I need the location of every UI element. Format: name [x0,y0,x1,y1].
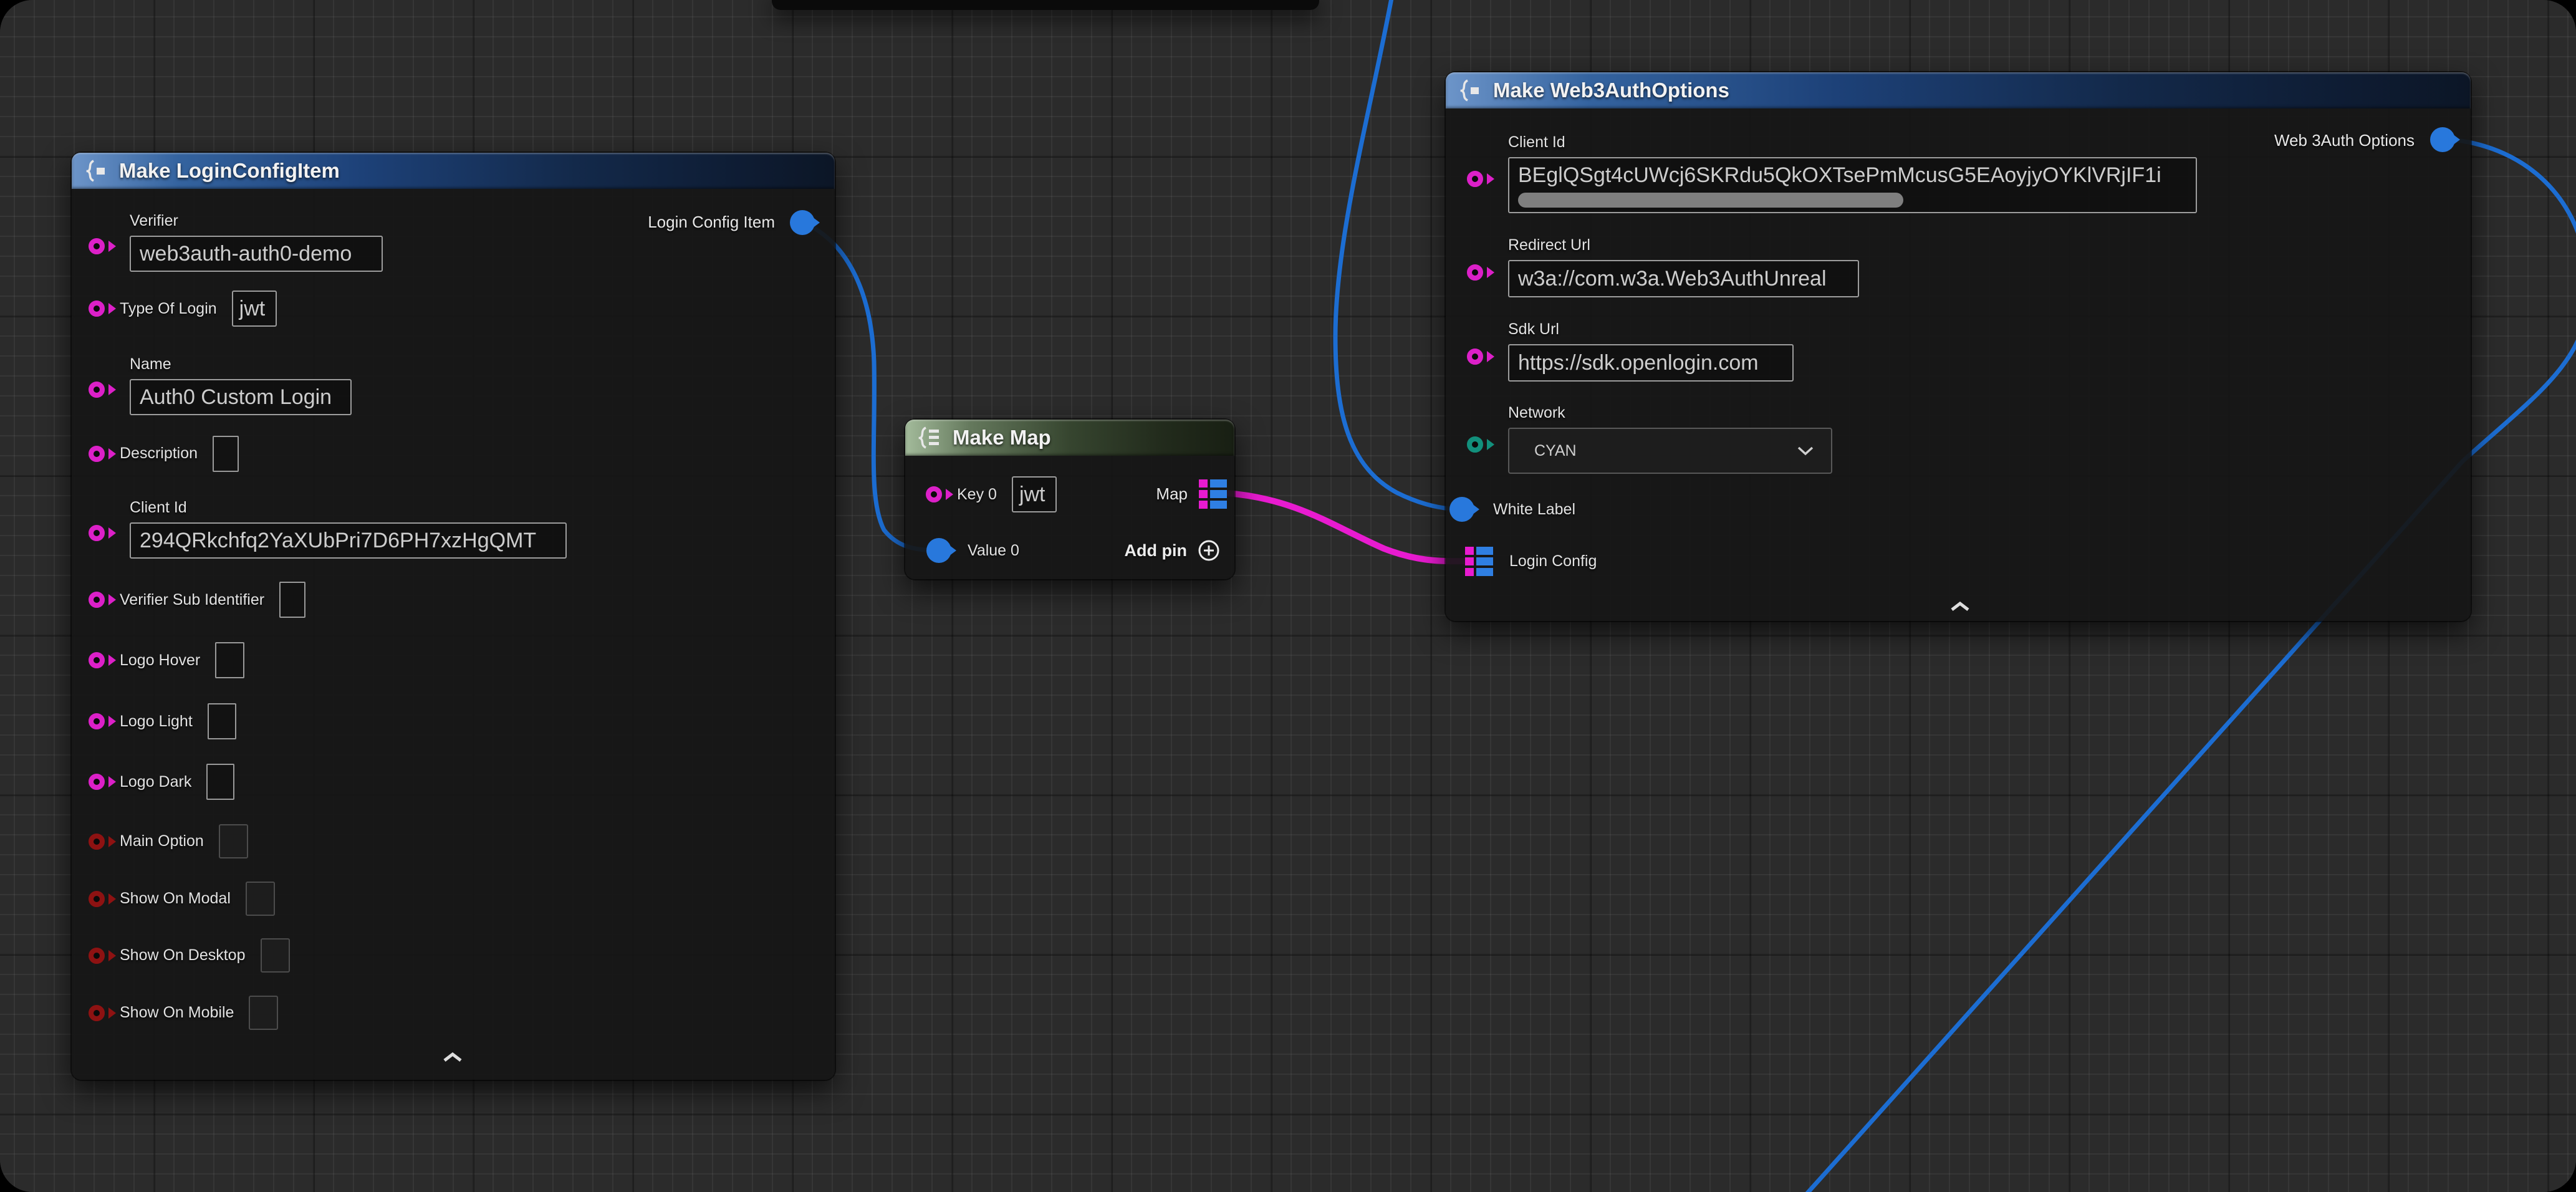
verifier-sub-identifier-input[interactable] [279,582,305,618]
pin-label-name: Name [130,355,352,373]
pin-sdk-url[interactable] [1467,348,1483,365]
pin-logo-light[interactable] [89,713,105,729]
pin-redirect-url[interactable] [1467,264,1483,281]
output-label-login-config-item: Login Config Item [648,213,775,232]
type-of-login-input[interactable]: jwt [232,291,277,327]
pin-output-map[interactable] [1199,479,1227,509]
main-option-checkbox[interactable] [219,824,248,858]
client-id-scrollbar[interactable] [1518,193,1903,208]
pin-type-of-login[interactable] [89,300,105,317]
pin-label-logo-dark: Logo Dark [120,773,191,791]
pin-client-id[interactable] [89,525,105,541]
pin-label-client-id: Client Id [130,499,567,517]
pin-login-config[interactable] [1465,547,1493,576]
pin-label-type-of-login: Type Of Login [120,300,217,318]
pin-show-on-desktop[interactable] [89,948,105,964]
pin-show-on-mobile[interactable] [89,1005,105,1021]
pin-client-id[interactable] [1467,171,1483,187]
node-make-loginconfigitem[interactable]: Make LoginConfigItem Login Config Item V… [72,153,835,1080]
pin-output-web3auth-options[interactable] [2430,127,2455,152]
show-on-modal-checkbox[interactable] [246,882,275,916]
logo-hover-input[interactable] [215,642,244,678]
network-dropdown-value: CYAN [1534,442,1577,460]
pin-show-on-modal[interactable] [89,891,105,907]
pin-label-white-label: White Label [1493,501,1575,519]
pin-verifier-sub-identifier[interactable] [89,592,105,608]
add-pin-plus-icon [1197,539,1221,562]
output-label-map: Map [1156,484,1188,504]
node-title: Make LoginConfigItem [119,159,340,183]
client-id-input[interactable]: 294QRkchfq2YaXUbPri7D6PH7xzHgQMT [130,522,567,559]
pin-label-show-on-desktop: Show On Desktop [120,946,246,964]
pin-label-verifier-sub-identifier: Verifier Sub Identifier [120,591,264,609]
pin-label-login-config: Login Config [1509,552,1597,570]
redirect-url-input[interactable]: w3a://com.w3a.Web3AuthUnreal [1508,260,1859,297]
collapse-chevron-icon[interactable] [441,1052,464,1066]
node-header-make-map[interactable]: Make Map [905,420,1234,456]
pin-logo-hover[interactable] [89,652,105,668]
pin-label-client-id: Client Id [1508,133,2197,151]
pin-label-show-on-mobile: Show On Mobile [120,1004,234,1022]
make-map-icon [918,425,943,450]
node-make-web3authoptions[interactable]: Make Web3AuthOptions Web 3Auth Options C… [1446,72,2471,621]
pin-label-logo-light: Logo Light [120,713,193,731]
blueprint-graph-canvas[interactable]: Make LoginConfigItem Login Config Item V… [0,0,2576,1192]
pin-label-sdk-url: Sdk Url [1508,320,1794,339]
output-label-web3auth-options: Web 3Auth Options [2274,131,2415,150]
pin-label-value-0: Value 0 [968,542,1019,560]
pin-white-label[interactable] [1449,497,1474,522]
add-pin-button[interactable]: Add pin [1125,537,1221,564]
pin-label-logo-hover: Logo Hover [120,651,200,670]
node-header-make-loginconfigitem[interactable]: Make LoginConfigItem [72,153,835,189]
pin-main-option[interactable] [89,834,105,850]
show-on-mobile-checkbox[interactable] [249,996,278,1030]
description-input[interactable] [213,436,239,472]
pin-label-redirect-url: Redirect Url [1508,236,1859,254]
client-id-input[interactable]: BEglQSgt4cUWcj6SKRdu5QkOXTsePmMcusG5EAoy… [1508,157,2197,213]
sdk-url-input[interactable]: https://sdk.openlogin.com [1508,344,1794,382]
pin-label-key-0: Key 0 [957,486,997,504]
pin-label-main-option: Main Option [120,832,204,850]
pin-label-network: Network [1508,404,1832,422]
pin-label-show-on-modal: Show On Modal [120,890,231,908]
node-make-map[interactable]: Make Map Key 0 jwt Map Value 0 Add pin [905,420,1234,579]
node-header-make-web3authoptions[interactable]: Make Web3AuthOptions [1446,72,2471,108]
client-id-text: BEglQSgt4cUWcj6SKRdu5QkOXTsePmMcusG5EAoy… [1518,163,2161,188]
pin-output-login-config-item[interactable] [790,210,815,235]
pin-logo-dark[interactable] [89,774,105,790]
node-title: Make Map [953,426,1051,449]
pin-key-0[interactable] [926,486,942,502]
offscreen-node-bottom-edge[interactable] [772,0,1319,10]
pin-network[interactable] [1467,436,1483,453]
wire-top-to-whitelabel[interactable] [1335,0,1464,509]
pin-verifier[interactable] [89,238,105,254]
pin-label-description: Description [120,445,198,463]
pin-description[interactable] [89,446,105,462]
collapse-chevron-icon[interactable] [1949,601,1971,615]
network-dropdown[interactable]: CYAN [1508,428,1832,474]
pin-name[interactable] [89,382,105,398]
add-pin-label: Add pin [1125,541,1187,560]
make-struct-icon [84,158,109,183]
pin-label-verifier: Verifier [130,212,383,230]
logo-dark-input[interactable] [206,764,234,800]
make-struct-icon [1458,78,1483,103]
name-input[interactable]: Auth0 Custom Login [130,379,352,415]
key-0-input[interactable]: jwt [1012,476,1057,512]
chevron-down-icon [1796,446,1815,456]
pin-value-0[interactable] [926,538,951,563]
logo-light-input[interactable] [208,703,236,739]
node-title: Make Web3AuthOptions [1493,79,1729,102]
verifier-input[interactable]: web3auth-auth0-demo [130,236,383,272]
show-on-desktop-checkbox[interactable] [261,938,290,973]
